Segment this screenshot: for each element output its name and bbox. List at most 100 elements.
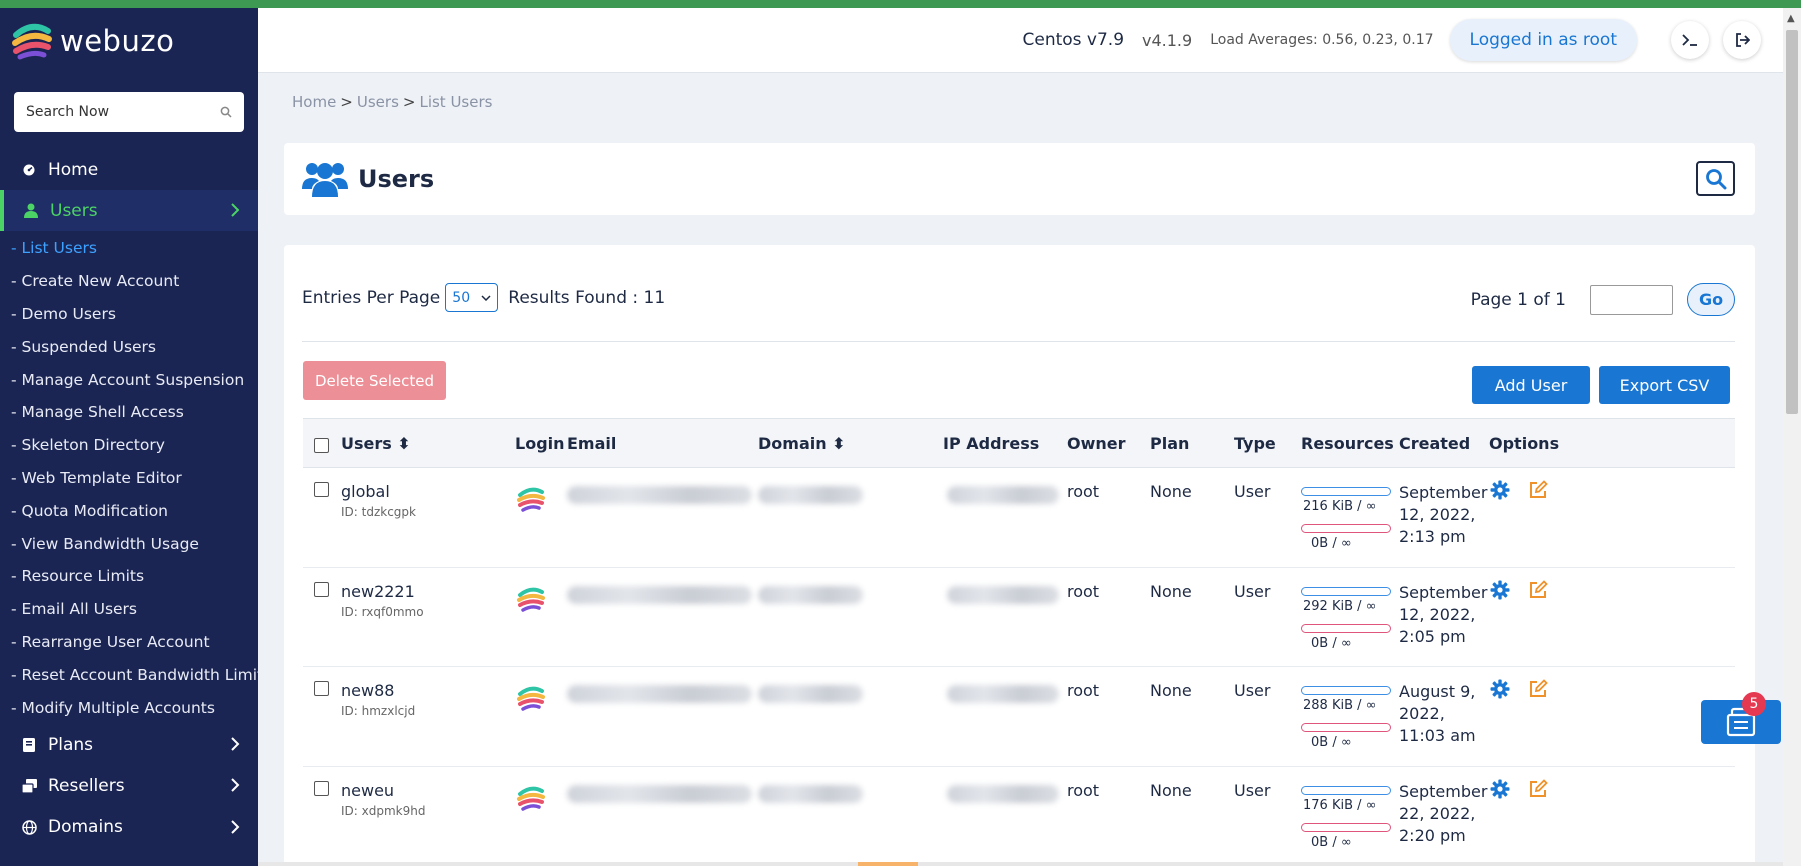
sidebar-item-resellers[interactable]: Resellers (0, 765, 258, 806)
brand[interactable]: webuzo (0, 8, 258, 73)
plan: None (1150, 482, 1192, 501)
owner: root (1067, 780, 1100, 800)
page-number-input[interactable] (1590, 284, 1673, 315)
col-users[interactable]: Users ⬍ (341, 434, 411, 453)
col-domain[interactable]: Domain ⬍ (758, 434, 846, 453)
disk-usage: 176 KiB / ∞ (1303, 797, 1377, 813)
row-checkbox[interactable] (314, 581, 329, 597)
scroll-up-arrow-icon[interactable]: ▲ (1787, 13, 1795, 24)
owner: root (1067, 482, 1100, 501)
submenu-item[interactable]: - Suspended Users (0, 330, 258, 363)
plan: None (1150, 581, 1192, 601)
logged-in-button[interactable]: Logged in as root (1449, 19, 1637, 61)
terminal-button[interactable] (1671, 21, 1709, 59)
vertical-scrollbar[interactable]: ▲ (1783, 8, 1801, 866)
disk-usage-bar (1301, 785, 1391, 795)
edit-icon[interactable] (1528, 679, 1548, 699)
scrollbar-thumb[interactable] (1786, 30, 1798, 414)
users-table: Users ⬍ Login Email Domain ⬍ IP Address … (303, 418, 1735, 866)
select-all-checkbox[interactable] (314, 438, 329, 453)
submenu-item[interactable]: - Modify Multiple Accounts (0, 691, 258, 724)
horizontal-scrollbar[interactable] (258, 862, 1783, 866)
top-header: Centos v7.9 v4.1.9 Load Averages: 0.56, … (258, 8, 1783, 73)
submenu-item[interactable]: - Web Template Editor (0, 462, 258, 495)
entries-value: 50 (452, 289, 471, 306)
breadcrumb-list-users: List Users (419, 93, 493, 111)
sidebar-item-plans[interactable]: Plans (0, 724, 258, 765)
user-name[interactable]: global (341, 482, 390, 501)
logout-icon (1735, 33, 1750, 47)
export-csv-button[interactable]: Export CSV (1599, 366, 1730, 404)
disk-usage-bar (1301, 586, 1391, 596)
user-name[interactable]: new88 (341, 681, 394, 700)
chevron-right-icon (231, 778, 240, 792)
notification-badge: 5 (1742, 692, 1766, 716)
webuzo-logo-icon (12, 23, 52, 59)
add-user-button[interactable]: Add User (1472, 366, 1590, 404)
email-redacted (567, 486, 752, 504)
sidebar-search-input[interactable]: Search Now (14, 92, 244, 132)
edit-icon[interactable] (1528, 778, 1548, 799)
login-webuzo-icon[interactable] (516, 783, 546, 813)
gear-icon[interactable] (1490, 480, 1510, 500)
table-row: global ID: tdzkcgpk root None User 216 KiB / … (303, 468, 1735, 568)
search-users-button[interactable] (1696, 161, 1735, 196)
gear-icon[interactable] (1490, 580, 1510, 600)
page-label: Page 1 of 1 (1470, 289, 1566, 310)
user-name[interactable]: new2221 (341, 582, 415, 601)
col-login: Login (515, 434, 565, 453)
gear-icon[interactable] (1490, 779, 1510, 799)
col-ip: IP Address (943, 434, 1040, 453)
sidebar-item-domains[interactable]: Domains (0, 807, 258, 848)
dashboard-icon (20, 161, 38, 179)
submenu-item[interactable]: - Rearrange User Account (0, 626, 258, 659)
sidebar-item-users[interactable]: Users (0, 190, 258, 231)
sidebar-item-home[interactable]: Home (0, 149, 258, 190)
breadcrumb-users[interactable]: Users (357, 93, 399, 111)
user-name[interactable]: neweu (341, 781, 394, 800)
chevron-right-icon (231, 203, 240, 217)
submenu-item[interactable]: - Resource Limits (0, 560, 258, 593)
entries-per-page: Entries Per Page 50 Results Found : 11 (302, 283, 665, 312)
edit-icon[interactable] (1528, 480, 1548, 500)
ip-redacted (947, 486, 1059, 504)
bandwidth-usage: 0B / ∞ (1311, 834, 1352, 850)
chevron-down-icon (481, 294, 491, 301)
submenu-item[interactable]: - Skeleton Directory (0, 429, 258, 462)
submenu-item[interactable]: - View Bandwidth Usage (0, 527, 258, 560)
divider (302, 341, 1735, 342)
table-header: Users ⬍ Login Email Domain ⬍ IP Address … (303, 418, 1735, 468)
submenu-item[interactable]: - Email All Users (0, 593, 258, 626)
submenu-item[interactable]: - Manage Account Suspension (0, 363, 258, 396)
row-checkbox[interactable] (314, 681, 329, 696)
submenu-item[interactable]: - Demo Users (0, 298, 258, 331)
gear-icon[interactable] (1490, 679, 1510, 699)
floating-tasks-button[interactable] (1701, 700, 1781, 744)
submenu-item[interactable]: - Reset Account Bandwidth Limit (0, 658, 258, 691)
login-webuzo-icon[interactable] (516, 584, 546, 614)
sidebar-item-label: Users (50, 200, 98, 221)
submenu-item[interactable]: - Create New Account (0, 265, 258, 298)
table-row: neweu ID: xdpmk9hd root None User 176 KiB / ∞… (303, 767, 1735, 866)
chevron-right-icon (231, 819, 240, 834)
breadcrumb-home[interactable]: Home (292, 93, 336, 111)
edit-icon[interactable] (1528, 579, 1548, 600)
login-webuzo-icon[interactable] (516, 484, 546, 514)
row-checkbox[interactable] (314, 780, 329, 796)
login-webuzo-icon[interactable] (516, 683, 546, 713)
email-redacted (567, 685, 752, 703)
logout-button[interactable] (1723, 21, 1761, 59)
submenu-item[interactable]: - Manage Shell Access (0, 396, 258, 429)
book-icon (20, 736, 38, 754)
disk-usage-bar (1301, 686, 1391, 695)
delete-selected-button[interactable]: Delete Selected (303, 361, 446, 400)
submenu-item[interactable]: - List Users (0, 232, 258, 265)
entries-select[interactable]: 50 (445, 283, 499, 312)
sidebar-item-label: Resellers (48, 775, 125, 796)
results-count: Results Found : 11 (508, 287, 666, 308)
row-checkbox[interactable] (314, 482, 329, 497)
submenu-item[interactable]: - Quota Modification (0, 494, 258, 527)
go-button[interactable]: Go (1687, 283, 1735, 316)
col-email: Email (567, 434, 617, 453)
created-date: September 12, 2022, 2:13 pm (1399, 483, 1488, 546)
